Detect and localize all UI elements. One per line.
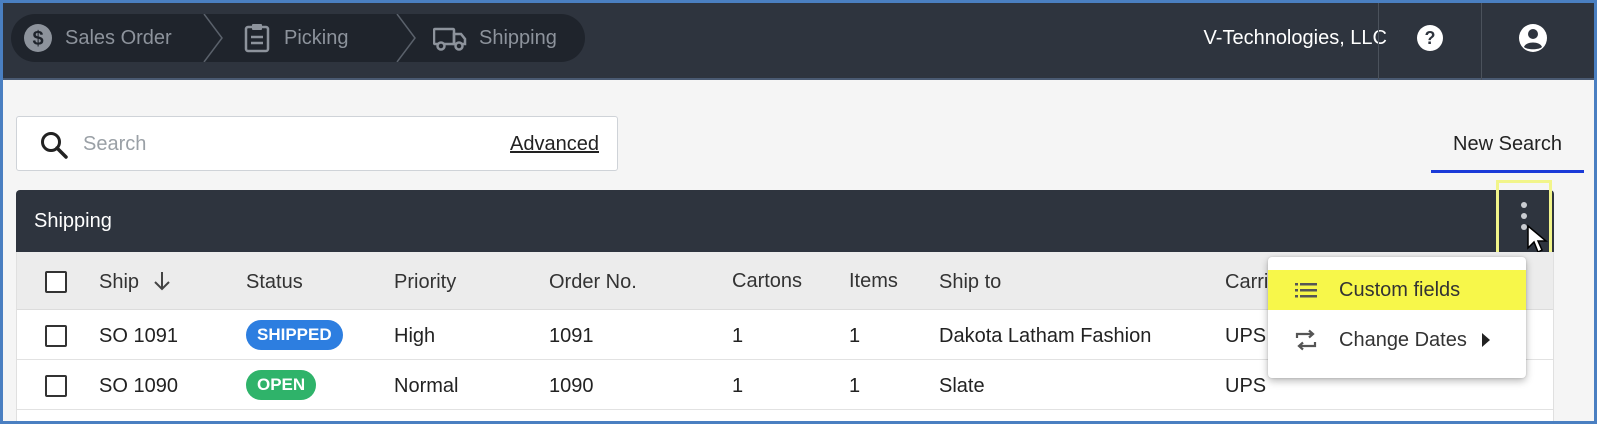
menu-item-label: Custom fields bbox=[1339, 279, 1461, 301]
row-checkbox[interactable] bbox=[45, 325, 67, 347]
svg-text:$: $ bbox=[32, 28, 43, 50]
search-box: Advanced bbox=[16, 116, 618, 171]
panel-header: Shipping bbox=[16, 180, 1554, 259]
column-header-priority[interactable]: Priority bbox=[394, 271, 456, 294]
cell-ship: SO 1091 bbox=[99, 325, 178, 347]
cell-cartons: 1 bbox=[732, 325, 744, 347]
divider bbox=[1481, 3, 1482, 80]
row-checkbox[interactable] bbox=[45, 375, 67, 397]
menu-item-change-dates[interactable]: Change Dates bbox=[1268, 320, 1526, 360]
cell-carrier: UPS bbox=[1225, 325, 1267, 347]
status-badge: OPEN bbox=[246, 370, 317, 400]
account-icon[interactable] bbox=[1518, 23, 1548, 53]
list-icon bbox=[1295, 283, 1317, 298]
cell-ship-to: Dakota Latham Fashion bbox=[939, 325, 1152, 347]
truck-icon bbox=[433, 23, 467, 53]
crumb-picking[interactable]: Picking bbox=[214, 14, 416, 62]
cell-order-no: 1090 bbox=[549, 375, 594, 397]
menu-item-custom-fields[interactable]: Custom fields bbox=[1268, 270, 1526, 310]
swap-icon bbox=[1295, 329, 1317, 351]
svg-text:?: ? bbox=[1425, 28, 1436, 48]
submenu-arrow-icon bbox=[1482, 333, 1490, 347]
tab-new-search[interactable]: New Search bbox=[1431, 133, 1584, 173]
cell-order-no: 1091 bbox=[549, 325, 594, 347]
cell-items: 1 bbox=[849, 375, 861, 397]
crumb-label: Picking bbox=[284, 26, 349, 49]
column-header-items[interactable]: Items bbox=[849, 270, 898, 293]
crumb-label: Sales Order bbox=[65, 26, 172, 49]
cell-carrier: UPS bbox=[1225, 375, 1267, 397]
app-window: $ Sales Order Picking Shipping V-Technol… bbox=[0, 0, 1597, 424]
divider bbox=[1378, 3, 1379, 80]
cursor-icon bbox=[1527, 224, 1548, 254]
column-header-status[interactable]: Status bbox=[246, 271, 303, 294]
cell-priority: High bbox=[394, 325, 436, 347]
cell-priority: Normal bbox=[394, 375, 459, 397]
column-label: Ship bbox=[99, 271, 140, 293]
column-header-carrier[interactable]: Carri bbox=[1225, 271, 1268, 294]
crumb-shipping[interactable]: Shipping bbox=[407, 14, 557, 62]
crumb-label: Shipping bbox=[479, 26, 557, 49]
cell-cartons: 1 bbox=[732, 375, 744, 397]
column-header-cartons[interactable]: Cartons bbox=[732, 270, 802, 293]
cell-items: 1 bbox=[849, 325, 861, 347]
crumb-sales-order[interactable]: $ Sales Order bbox=[11, 14, 223, 62]
status-badge: SHIPPED bbox=[246, 320, 343, 350]
cell-ship: SO 1090 bbox=[99, 375, 178, 397]
options-menu: Custom fields Change Dates bbox=[1268, 257, 1526, 378]
clipboard-icon bbox=[242, 23, 272, 53]
panel-title: Shipping bbox=[34, 210, 112, 232]
breadcrumb: $ Sales Order Picking Shipping bbox=[11, 14, 585, 62]
help-icon[interactable]: ? bbox=[1415, 23, 1445, 53]
company-name: V-Technologies, LLC bbox=[1203, 27, 1387, 49]
advanced-search-link[interactable]: Advanced bbox=[510, 133, 599, 156]
search-input[interactable] bbox=[83, 129, 463, 159]
column-header-order-no[interactable]: Order No. bbox=[549, 271, 637, 294]
dollar-icon: $ bbox=[23, 23, 53, 53]
select-all-checkbox[interactable] bbox=[45, 271, 67, 293]
menu-item-label: Change Dates bbox=[1339, 329, 1467, 351]
column-header-ship[interactable]: Ship bbox=[99, 271, 171, 294]
top-bar: $ Sales Order Picking Shipping V-Technol… bbox=[3, 3, 1594, 80]
search-icon bbox=[41, 132, 68, 159]
sort-down-icon bbox=[153, 272, 170, 291]
column-header-ship-to[interactable]: Ship to bbox=[939, 271, 1001, 294]
cell-ship-to: Slate bbox=[939, 375, 985, 397]
